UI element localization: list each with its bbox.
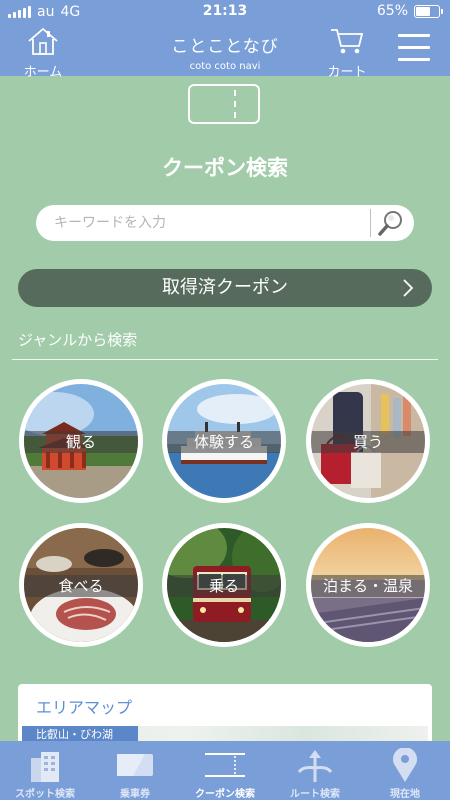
experience-photo: 体験する — [167, 384, 281, 498]
tab-current-location[interactable]: 現在地 — [360, 741, 450, 800]
hamburger-menu-icon[interactable] — [398, 34, 432, 64]
page-title: クーポン検索 — [162, 156, 288, 180]
battery-percent: 65% — [376, 3, 408, 19]
genre-label: 観る — [24, 431, 138, 453]
cart-icon — [331, 29, 364, 54]
building-icon — [31, 752, 59, 782]
status-right: 65% — [376, 3, 443, 19]
tab-label: クーポン検索 — [195, 789, 255, 800]
genre-divider — [12, 359, 438, 360]
sightseeing-photo: 観る — [24, 384, 138, 498]
genre-riding[interactable]: 乗る — [162, 523, 286, 647]
coupon-ticket-icon — [188, 84, 260, 124]
coupon-icon — [205, 753, 245, 777]
area-map-title: エリアマップ — [36, 698, 133, 717]
tab-ticket[interactable]: 乗車券 — [90, 741, 180, 800]
ticket-icon — [117, 754, 153, 776]
area-map-card[interactable]: エリアマップ 比叡山・びわ湖 — [18, 684, 432, 744]
genre-label: 買う — [311, 431, 425, 453]
status-bar: au 4G 21:13 65% — [0, 0, 450, 24]
genre-shopping[interactable]: 買う — [306, 379, 430, 503]
tab-label: ルート検索 — [290, 789, 340, 800]
app-header: ホーム ことことなび coto coto navi カート — [0, 24, 450, 80]
genre-label: 体験する — [167, 431, 281, 453]
genre-label: 食べる — [24, 575, 138, 597]
tab-spot-search[interactable]: スポット検索 — [0, 741, 90, 800]
genre-eating[interactable]: 食べる — [19, 523, 143, 647]
search-input[interactable] — [54, 205, 364, 241]
search-box — [36, 205, 414, 241]
cart-label: カート — [327, 65, 367, 80]
tab-route-search[interactable]: ルート検索 — [270, 741, 360, 800]
cart-button[interactable]: カート — [322, 26, 372, 80]
search-icon — [378, 211, 402, 236]
route-icon — [297, 750, 333, 782]
search-button[interactable] — [376, 209, 406, 237]
genre-heading: ジャンルから検索 — [18, 331, 138, 349]
tab-label: スポット検索 — [15, 789, 75, 800]
chevron-right-icon — [403, 279, 414, 297]
search-divider — [370, 209, 371, 237]
app-title-main: ことことなび — [171, 37, 279, 57]
genre-stay-onsen[interactable]: 泊まる・温泉 — [306, 523, 430, 647]
acquired-coupons-label: 取得済クーポン — [162, 277, 288, 298]
acquired-coupons-button[interactable]: 取得済クーポン — [18, 269, 432, 307]
location-pin-icon — [393, 748, 417, 782]
tab-coupon-search[interactable]: クーポン検索 — [180, 741, 270, 800]
battery-icon — [414, 4, 443, 18]
riding-photo: 乗る — [167, 528, 281, 642]
stay-onsen-photo: 泊まる・温泉 — [311, 528, 425, 642]
bottom-tab-bar: スポット検索 乗車券 クーポン検索 ルート検索 現在地 — [0, 741, 450, 800]
app-title: ことことなび coto coto navi — [0, 32, 450, 72]
genre-label: 泊まる・温泉 — [311, 575, 425, 597]
genre-label: 乗る — [167, 575, 281, 597]
genre-sightseeing[interactable]: 観る — [19, 379, 143, 503]
battery-fill — [416, 6, 431, 16]
genre-experience[interactable]: 体験する — [162, 379, 286, 503]
eating-photo: 食べる — [24, 528, 138, 642]
shopping-photo: 買う — [311, 384, 425, 498]
tab-label: 現在地 — [390, 789, 420, 800]
tab-label: 乗車券 — [120, 789, 150, 800]
app-title-sub: coto coto navi — [189, 61, 261, 72]
